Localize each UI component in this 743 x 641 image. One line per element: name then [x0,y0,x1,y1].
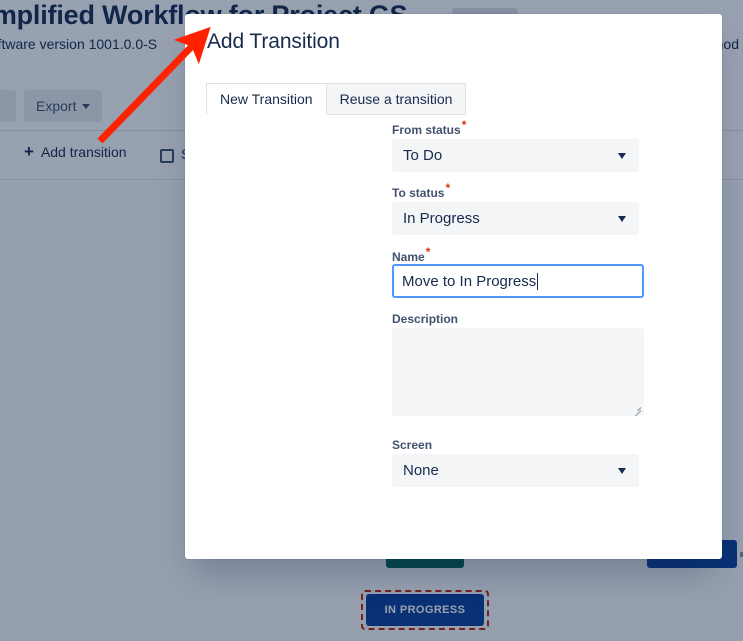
chevron-down-icon [618,467,626,474]
chevron-down-icon [618,152,626,159]
screen-label: Screen [392,438,432,452]
add-transition-dialog: Add Transition New Transition Reuse a tr… [185,14,722,559]
screenshot-root: Software Simplified Workflow for Project… [0,0,743,641]
required-asterisk: * [425,245,431,259]
screen-select[interactable]: None [392,454,639,487]
name-input-value: Move to In Progress [402,272,537,290]
name-input[interactable]: Move to In Progress [392,264,644,298]
from-status-value: To Do [403,147,443,164]
tab-reuse-transition[interactable]: Reuse a transition [326,83,467,115]
text-caret [537,272,539,290]
from-status-label-text: From status [392,123,461,137]
description-textarea[interactable] [392,328,644,417]
from-status-label: From status* [392,119,466,137]
screen-value: None [403,462,439,479]
tab-reuse-transition-label: Reuse a transition [339,91,453,107]
description-label-text: Description [392,312,459,326]
to-status-label: To status* [392,182,450,200]
to-status-value: In Progress [403,210,480,227]
name-label-text: Name [392,250,425,264]
required-asterisk: * [461,118,467,132]
tab-new-transition-label: New Transition [220,91,313,107]
resize-handle-icon[interactable] [632,404,642,417]
name-label: Name* [392,246,430,264]
to-status-select[interactable]: In Progress [392,202,639,235]
screen-label-text: Screen [392,438,433,452]
description-label: Description [392,312,458,326]
dialog-tabs: New Transition Reuse a transition [206,83,467,115]
dialog-title: Add Transition [207,30,340,53]
chevron-down-icon [618,215,626,222]
to-status-label-text: To status [392,186,445,200]
tab-new-transition[interactable]: New Transition [206,83,327,115]
from-status-select[interactable]: To Do [392,139,639,172]
required-asterisk: * [445,181,451,195]
